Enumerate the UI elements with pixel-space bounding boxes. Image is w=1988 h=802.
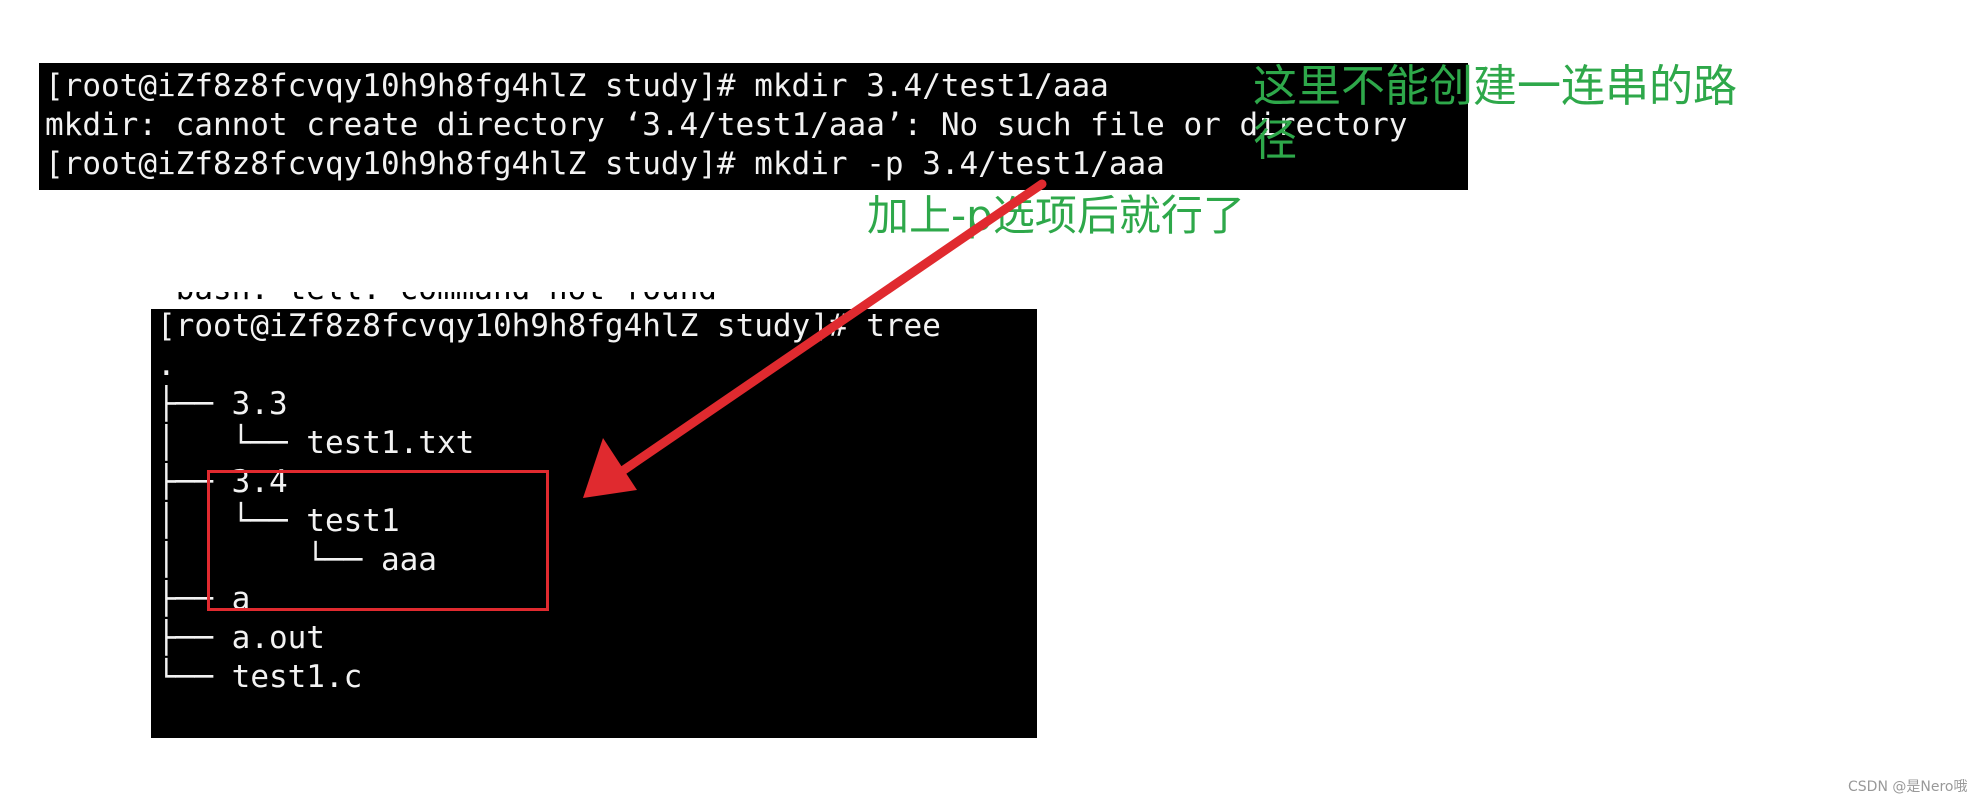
watermark: CSDN @是Nero哦 [1848,779,1968,795]
red-arrow-icon [583,179,1047,498]
